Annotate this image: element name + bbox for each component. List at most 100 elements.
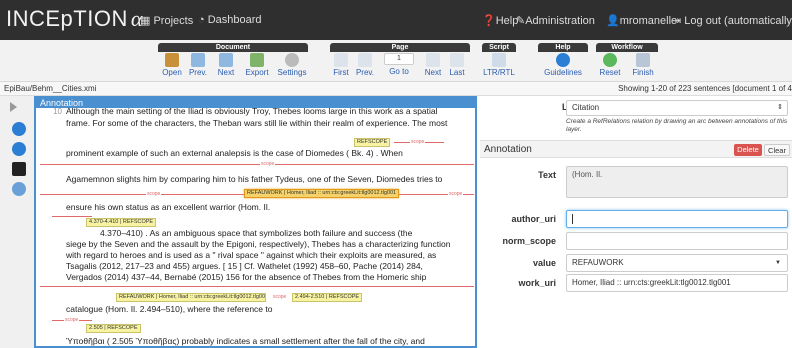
relation-arc[interactable] xyxy=(40,164,474,165)
text-line[interactable]: with regard to heroes and is used as a "… xyxy=(66,250,436,261)
arc-label: scope xyxy=(64,317,80,323)
refresh-icon[interactable] xyxy=(12,122,26,136)
text-label: Text xyxy=(538,170,556,180)
goto-page-control: 1 Go to xyxy=(382,53,416,81)
wrench-icon: ✎ xyxy=(516,15,526,27)
arc-label: scope xyxy=(260,161,276,167)
search-icon[interactable] xyxy=(12,182,26,196)
span-annotation-refscope[interactable]: 2.505 | REFSCOPE xyxy=(86,324,141,333)
nav-help[interactable]: ❓Help xyxy=(482,14,518,27)
action-toolbar: Document Open Prev. Next Export Settings… xyxy=(0,40,792,82)
last-page-icon xyxy=(450,53,464,67)
first-page-icon xyxy=(334,53,348,67)
span-annotation-refauwork[interactable]: REFAUWORK | Homer, Iliad :: urn:cts:gree… xyxy=(116,293,266,302)
open-label: Open xyxy=(162,68,182,77)
nav-dashboard[interactable]: ◔ Dashboard xyxy=(198,14,262,26)
prev-document-label: Prev. xyxy=(188,68,208,77)
norm-scope-input[interactable] xyxy=(566,232,788,250)
span-annotation-refauwork-selected[interactable]: REFAUWORK | Homer, Iliad :: urn:cts:gree… xyxy=(244,189,400,198)
span-annotation-refscope[interactable]: 4.370-4.410 | REFSCOPE xyxy=(86,218,157,227)
work-uri-input[interactable]: Homer, Iliad :: urn:cts:greekLit:tlg0012… xyxy=(566,274,788,292)
clear-button[interactable]: Clear xyxy=(764,144,790,156)
nav-admin-label: Administration xyxy=(525,15,595,27)
document-text-area[interactable]: 10 Although the main setting of the Ilia… xyxy=(38,106,477,348)
work-uri-label: work_uri xyxy=(518,278,556,288)
settings-label: Settings xyxy=(277,68,307,77)
ltr-rtl-button[interactable]: LTR/RTL xyxy=(482,53,516,81)
text-line[interactable]: prominent example of such an external an… xyxy=(66,148,403,159)
top-navbar: INCEpTION α ▦ Projects ◔ Dashboard ❓Help … xyxy=(0,0,792,40)
export-button[interactable]: Export xyxy=(242,53,272,81)
text-line[interactable]: Vergados (2014) 437–44, Bernabé (2015) 1… xyxy=(66,272,426,283)
annotation-detail-panel: Layer Citation⇕ Create a RefRelations re… xyxy=(480,96,792,348)
next-page-button[interactable]: Next xyxy=(422,53,444,81)
info-icon[interactable] xyxy=(12,142,26,156)
text-line[interactable]: frame. For some of the characters, the T… xyxy=(66,118,447,129)
export-icon xyxy=(250,53,264,67)
finish-icon xyxy=(636,53,650,67)
span-annotation-refscope[interactable]: REFSCOPE xyxy=(354,138,391,147)
prev-page-button[interactable]: Prev. xyxy=(354,53,376,81)
nav-logout[interactable]: ⇥ Log out (automatically in 29 min xyxy=(672,14,792,27)
reset-button[interactable]: Reset xyxy=(596,53,624,81)
author-uri-label: author_uri xyxy=(511,214,556,224)
document-group: Document Open Prev. Next Export Settings xyxy=(158,43,308,81)
text-line[interactable]: 4.370–410) . As an ambiguous space that … xyxy=(100,228,412,239)
span-annotation-refscope[interactable]: 2.494-2.510 | REFSCOPE xyxy=(292,293,363,302)
open-button[interactable]: Open xyxy=(160,53,184,81)
help-group-title: Help xyxy=(538,43,588,52)
arc-label: scope xyxy=(410,139,426,145)
text-field: (Hom. Il. xyxy=(566,166,788,198)
nav-user-label: mromanello xyxy=(619,15,678,27)
last-page-label: Last xyxy=(449,68,465,77)
comment-icon[interactable] xyxy=(12,162,26,176)
text-line[interactable]: catalogue (Hom. Il. 2.494–510), where th… xyxy=(66,304,272,315)
guidelines-button[interactable]: Guidelines xyxy=(538,53,588,81)
brand-text: INCEpTION xyxy=(6,6,128,31)
layer-hint: Create a RefRelations relation by drawin… xyxy=(566,118,788,133)
text-line[interactable]: siege by the Seven and the assault by th… xyxy=(66,239,450,250)
expand-sidebar-icon[interactable] xyxy=(10,102,17,112)
annotation-section-header: Annotation Delete Clear xyxy=(480,140,792,158)
delete-button[interactable]: Delete xyxy=(734,144,762,156)
value-select[interactable]: REFAUWORK ▼ xyxy=(566,254,788,272)
ltr-rtl-label: LTR/RTL xyxy=(483,68,515,77)
text-line[interactable]: ensure his own status as an excellent wa… xyxy=(66,202,270,213)
text-line[interactable]: Tsagalis (2012, 217–23 and 455) argues. … xyxy=(66,261,423,272)
app-brand[interactable]: INCEpTION α xyxy=(6,6,143,32)
prev-page-icon xyxy=(358,53,372,67)
reset-label: Reset xyxy=(599,68,621,77)
arc-label: scope xyxy=(272,294,288,300)
prev-document-button[interactable]: Prev. xyxy=(186,53,210,81)
ltr-rtl-icon xyxy=(492,53,506,67)
nav-logout-label: Log out (automatically in 29 min xyxy=(684,15,792,27)
nav-user[interactable]: 👤mromanello xyxy=(606,14,677,27)
text-line[interactable]: Agamemnon slights him by comparing him t… xyxy=(66,174,442,185)
text-line[interactable]: Ὑποθῆβαι ( 2.505 Ὑποθῆβας) probably indi… xyxy=(66,336,425,347)
value-label: value xyxy=(532,258,556,268)
layer-select[interactable]: Citation ⇕ xyxy=(566,100,788,116)
nav-projects[interactable]: ▦ Projects xyxy=(140,14,193,27)
goto-label[interactable]: Go to xyxy=(382,67,416,76)
prev-document-icon xyxy=(191,53,205,67)
relation-arc[interactable] xyxy=(52,216,92,217)
next-page-label: Next xyxy=(424,68,442,77)
settings-button[interactable]: Settings xyxy=(276,53,308,81)
arc-label: scope xyxy=(146,191,162,197)
updown-icon: ⇕ xyxy=(777,104,783,111)
page-group-title: Page xyxy=(330,43,470,52)
relation-arc[interactable] xyxy=(40,286,474,287)
dashboard-icon: ◔ xyxy=(198,14,208,26)
page-number-input[interactable]: 1 xyxy=(384,53,414,65)
nav-administration[interactable]: ✎Administration xyxy=(516,14,595,27)
first-page-button[interactable]: First xyxy=(330,53,352,81)
last-page-button[interactable]: Last xyxy=(446,53,468,81)
next-document-button[interactable]: Next xyxy=(214,53,238,81)
export-label: Export xyxy=(245,68,269,77)
finish-button[interactable]: Finish xyxy=(628,53,658,81)
text-line[interactable]: Although the main setting of the Iliad i… xyxy=(66,106,438,117)
workflow-group-title: Workflow xyxy=(596,43,658,52)
nav-projects-label: Projects xyxy=(153,15,194,27)
author-uri-input[interactable] xyxy=(566,210,788,228)
chevron-down-icon: ▼ xyxy=(775,260,781,266)
